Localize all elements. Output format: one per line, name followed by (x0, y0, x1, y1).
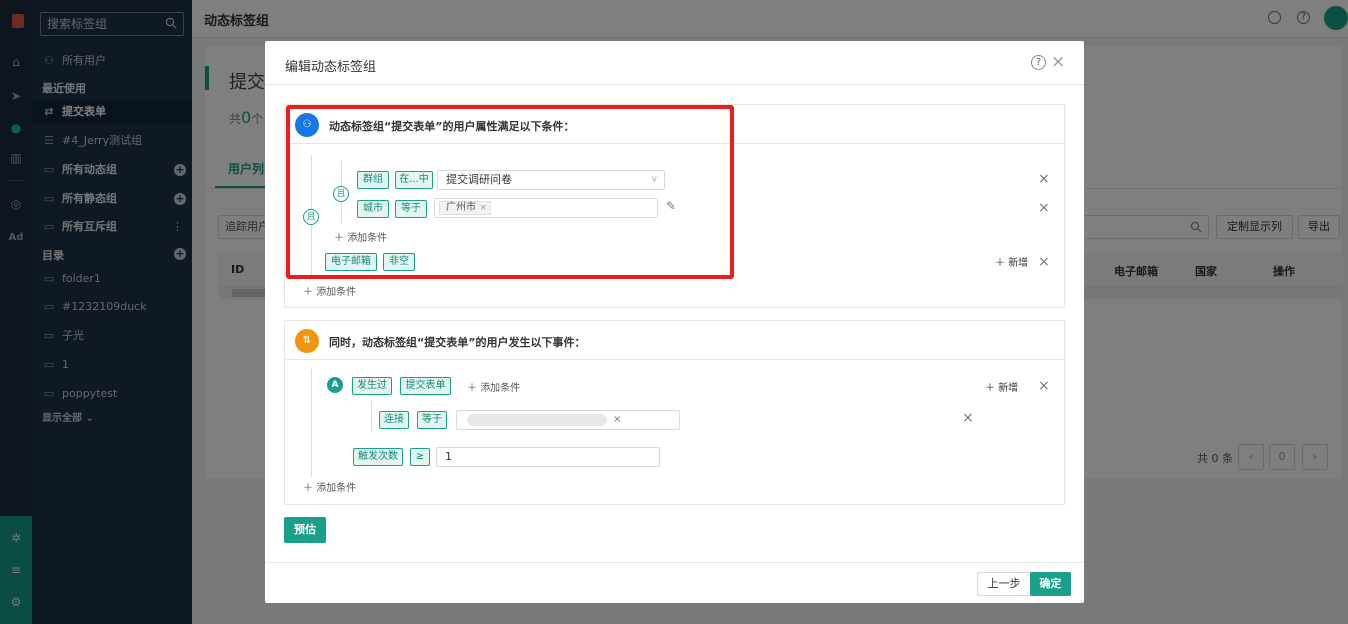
remove-condition-icon[interactable]: × (1038, 255, 1050, 269)
remove-condition-icon[interactable]: × (1038, 172, 1050, 186)
add-condition-label: 添加条件 (316, 287, 357, 298)
event-icon: ⇅ (295, 329, 319, 353)
chip-remove-icon[interactable]: × (613, 413, 621, 427)
confirm-button[interactable]: 确定 (1030, 572, 1071, 596)
remove-event-icon[interactable]: × (1038, 379, 1050, 393)
remove-sub-condition-icon[interactable]: × (962, 411, 974, 425)
modal-header-divider (265, 84, 1084, 85)
did-tag[interactable]: 发生过 (352, 377, 392, 395)
event-bracket (311, 369, 312, 477)
estimate-button[interactable]: 预估 (284, 517, 326, 543)
help-icon[interactable]: ? (1031, 55, 1046, 70)
event-add-new-link[interactable]: ＋ 新增 (985, 379, 1018, 394)
highlight-annotation-box (286, 105, 734, 279)
modal-footer-divider (265, 562, 1084, 563)
event-conditions-panel: ⇅ 同时，动态标签组“提交表单”的用户发生以下事件： A 发生过 提交表单 ＋ … (284, 320, 1065, 505)
event-add-condition[interactable]: ＋ 添加条件 (467, 379, 520, 394)
add-condition-label: 添加条件 (480, 383, 521, 394)
add-condition-label: 添加条件 (316, 483, 357, 494)
sub-attr-tag[interactable]: 连接 (379, 411, 409, 429)
add-new-label: 新增 (1008, 258, 1029, 269)
event-badge-a: A (327, 377, 343, 393)
event-panel-heading: 同时，动态标签组“提交表单”的用户发生以下事件： (329, 336, 586, 349)
freq-label-tag[interactable]: 触发次数 (353, 448, 403, 466)
event-add-condition-outer[interactable]: ＋ 添加条件 (303, 479, 356, 494)
redacted-value (467, 414, 607, 426)
event-panel-header: ⇅ 同时，动态标签组“提交表单”的用户发生以下事件： (285, 321, 1064, 360)
add-new-label: 新增 (998, 383, 1019, 394)
prev-step-button[interactable]: 上一步 (977, 572, 1031, 596)
freq-value-input[interactable]: 1 (436, 447, 660, 467)
remove-condition-icon[interactable]: × (1038, 201, 1050, 215)
event-name-tag[interactable]: 提交表单 (400, 377, 451, 395)
add-new-link[interactable]: ＋ 新增 (995, 254, 1028, 269)
close-icon[interactable]: × (1051, 52, 1065, 72)
sub-value-field[interactable]: × (456, 410, 680, 430)
sub-op-tag[interactable]: 等于 (417, 411, 447, 429)
freq-op-tag[interactable]: ≥ (410, 448, 430, 466)
modal-title: 编辑动态标签组 (285, 60, 377, 75)
add-condition-outer[interactable]: ＋ 添加条件 (303, 283, 356, 298)
sub-bracket (371, 401, 372, 431)
